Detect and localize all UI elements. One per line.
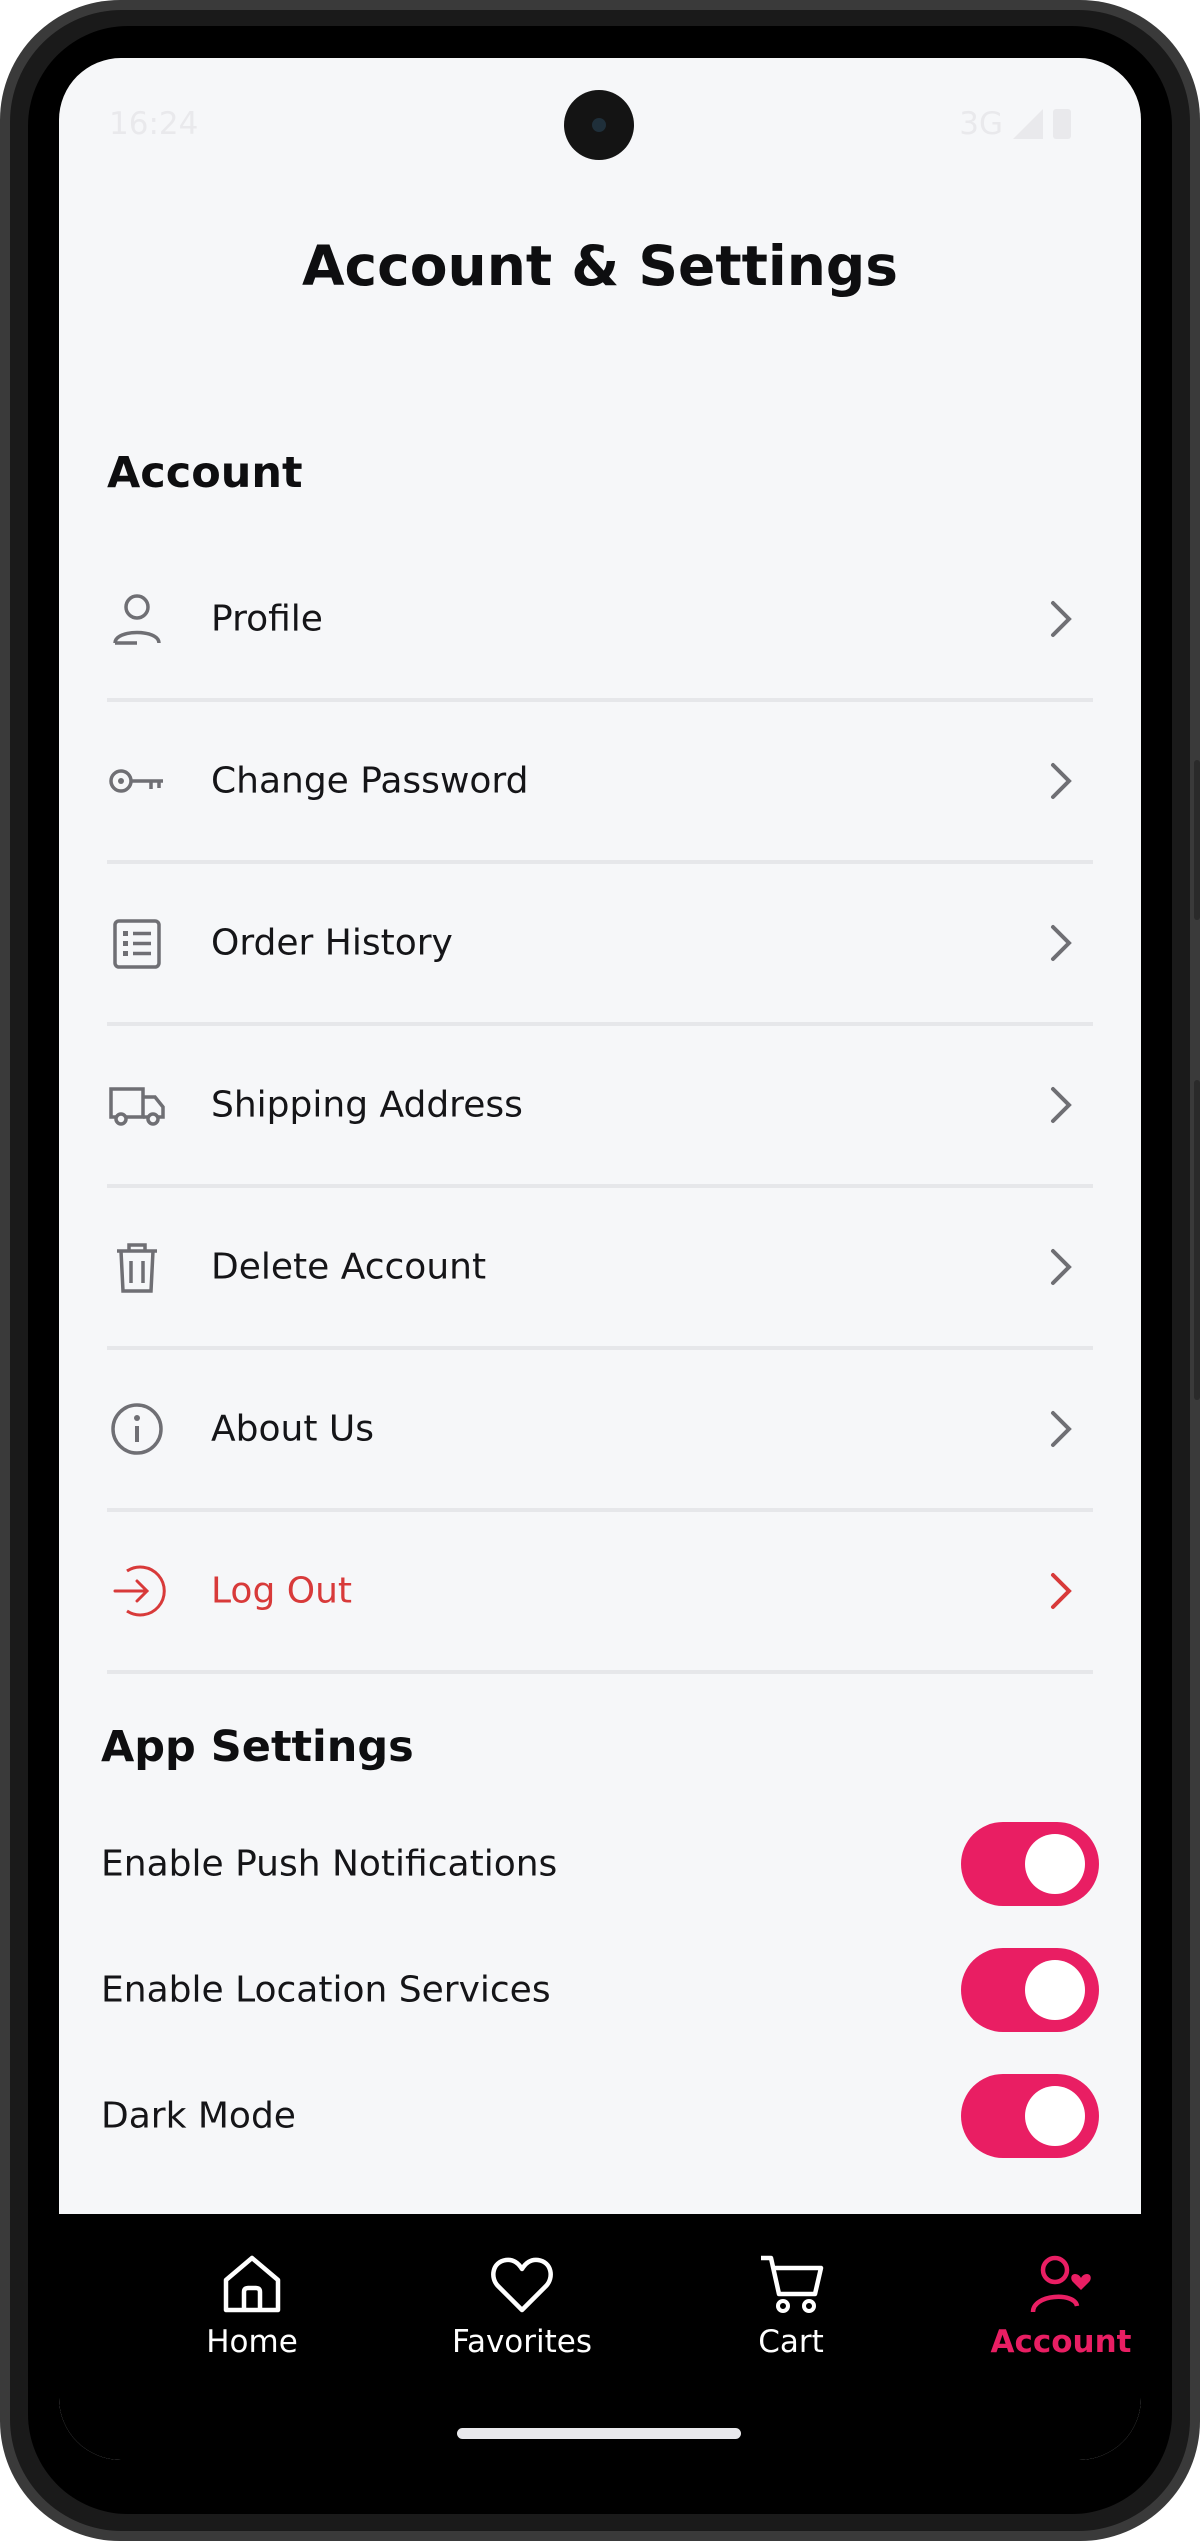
push-notifications-toggle[interactable]	[961, 1822, 1099, 1906]
chevron-right-icon	[1051, 763, 1072, 799]
menu-item-label: Order History	[211, 922, 453, 964]
power-button	[1194, 1080, 1200, 1400]
battery-icon	[1053, 109, 1071, 139]
screen: 16:24 3G Account & Settings Account Prof…	[59, 58, 1141, 2460]
status-indicators: 3G	[959, 106, 1071, 142]
info-icon	[111, 1403, 163, 1455]
cart-icon	[761, 2255, 824, 2313]
menu-item-change-password[interactable]: Change Password	[107, 702, 1093, 864]
nav-home[interactable]: Home	[142, 2250, 362, 2360]
chevron-right-icon	[1051, 1573, 1072, 1609]
front-camera	[564, 90, 634, 160]
nav-account[interactable]: Account	[951, 2250, 1141, 2360]
account-section-heading: Account	[107, 448, 303, 498]
menu-item-log-out[interactable]: Log Out	[107, 1512, 1093, 1674]
menu-item-shipping-address[interactable]: Shipping Address	[107, 1026, 1093, 1188]
nav-favorites[interactable]: Favorites	[412, 2250, 632, 2360]
chevron-right-icon	[1051, 925, 1072, 961]
nav-cart[interactable]: Cart	[681, 2250, 901, 2360]
key-icon	[109, 769, 163, 793]
setting-label: Dark Mode	[101, 2095, 296, 2137]
chevron-right-icon	[1051, 1411, 1072, 1447]
toggle-knob	[1025, 1834, 1085, 1894]
heart-icon	[491, 2257, 553, 2313]
menu-item-label: Shipping Address	[211, 1084, 523, 1126]
truck-icon	[109, 1087, 165, 1126]
app-settings-heading: App Settings	[101, 1722, 414, 1772]
menu-item-label: Log Out	[211, 1570, 353, 1612]
list-icon	[113, 919, 161, 969]
signal-icon	[1013, 109, 1043, 139]
menu-item-profile[interactable]: Profile	[107, 540, 1093, 702]
user-icon	[113, 594, 161, 645]
volume-button	[1194, 760, 1200, 920]
menu-item-label: Delete Account	[211, 1246, 487, 1288]
nav-label: Account	[990, 2324, 1132, 2360]
menu-item-label: About Us	[211, 1408, 374, 1450]
status-time: 16:24	[109, 106, 199, 142]
menu-item-label: Profile	[211, 598, 323, 640]
chevron-right-icon	[1051, 601, 1072, 637]
home-indicator[interactable]	[457, 2428, 741, 2439]
menu-item-about-us[interactable]: About Us	[107, 1350, 1093, 1512]
setting-location-services: Enable Location Services	[101, 1944, 1099, 2036]
menu-item-delete-account[interactable]: Delete Account	[107, 1188, 1093, 1350]
setting-dark-mode: Dark Mode	[101, 2070, 1099, 2162]
bottom-nav: Home Favorites Cart Account	[59, 2214, 1141, 2460]
setting-label: Enable Location Services	[101, 1969, 551, 2011]
nav-label: Cart	[758, 2324, 824, 2360]
network-type: 3G	[959, 106, 1003, 142]
dark-mode-toggle[interactable]	[961, 2074, 1099, 2158]
trash-icon	[117, 1243, 157, 1293]
location-services-toggle[interactable]	[961, 1948, 1099, 2032]
toggle-knob	[1025, 2086, 1085, 2146]
setting-label: Enable Push Notifications	[101, 1843, 558, 1885]
nav-label: Favorites	[451, 2324, 593, 2360]
chevron-right-icon	[1051, 1087, 1072, 1123]
menu-item-label: Change Password	[211, 760, 529, 802]
menu-item-order-history[interactable]: Order History	[107, 864, 1093, 1026]
chevron-right-icon	[1051, 1249, 1072, 1285]
logout-icon	[113, 1565, 166, 1617]
nav-label: Home	[206, 2324, 298, 2360]
home-icon	[223, 2255, 281, 2313]
account-heart-icon	[1030, 2255, 1091, 2313]
setting-push-notifications: Enable Push Notifications	[101, 1818, 1099, 1910]
toggle-knob	[1025, 1960, 1085, 2020]
page-title: Account & Settings	[301, 234, 899, 298]
status-bar: 16:24 3G	[59, 58, 1141, 198]
